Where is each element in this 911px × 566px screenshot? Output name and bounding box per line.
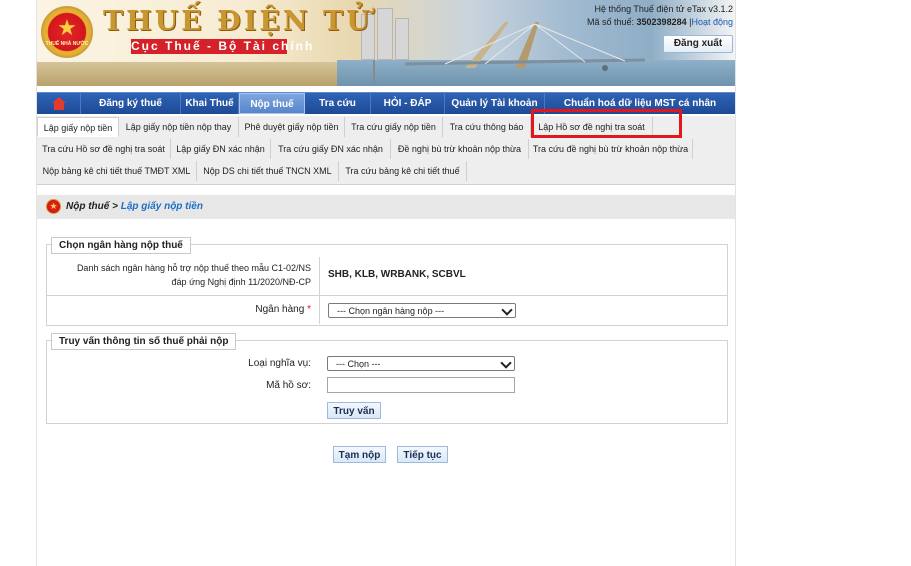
supported-banks-label-line1: Danh sách ngân hàng hỗ trợ nộp thuế theo… — [76, 263, 311, 273]
supported-banks-label-line2: đáp ứng Nghị định 11/2020/NĐ-CP — [171, 277, 311, 287]
bank-select-row: Ngân hàng * --- Chọn ngân hàng nộp --- — [47, 296, 727, 324]
page-container: ★ THUẾ NHÀ NƯỚC THUẾ ĐIỆN TỬ Cục Thuế - … — [36, 0, 736, 566]
subtab-tra-cuu-ho-so-tra-soat[interactable]: Tra cứu Hồ sơ đề nghị tra soát — [37, 139, 171, 159]
tax-id-label: Mã số thuế: — [586, 17, 635, 27]
highlight-box — [531, 109, 682, 138]
subtab-tra-cuu-de-nghi-bu-tru[interactable]: Tra cứu đề nghị bù trừ khoản nộp thừa — [529, 139, 693, 159]
subtab-nop-ds-tncn[interactable]: Nộp DS chi tiết thuế TNCN XML — [197, 161, 339, 181]
bank-label-text: Ngân hàng — [255, 304, 305, 315]
subtab-tra-cuu-giay[interactable]: Tra cứu giấy nộp tiền — [345, 117, 443, 137]
subtab-tra-cuu-thong-bao[interactable]: Tra cứu thông báo — [443, 117, 531, 137]
emblem-caption: THUẾ NHÀ NƯỚC — [45, 41, 89, 47]
breadcrumb-text: Nộp thuế > Lập giấy nộp tiền — [66, 201, 203, 212]
required-mark: * — [307, 304, 311, 315]
emblem-small-icon: ★ — [46, 199, 61, 214]
bank-section: Chọn ngân hàng nộp thuế Danh sách ngân h… — [46, 237, 728, 326]
logout-button[interactable]: Đăng xuất — [663, 35, 733, 53]
breadcrumb-current: Lập giấy nộp tiền — [120, 201, 203, 212]
emblem-star-icon: ★ — [57, 15, 77, 40]
nav-hoi-dap[interactable]: HỎI - ĐÁP — [371, 93, 445, 114]
column-divider — [319, 296, 320, 324]
continue-button[interactable]: Tiếp tục — [397, 446, 448, 463]
tax-id-line: Mã số thuế: 3502398284 |Hoạt động — [587, 17, 733, 27]
national-emblem-icon: ★ THUẾ NHÀ NƯỚC — [41, 6, 93, 58]
subtab-phe-duyet-giay[interactable]: Phê duyệt giấy nộp tiền — [239, 117, 345, 137]
column-divider — [319, 257, 320, 295]
subtab-de-nghi-bu-tru[interactable]: Đề nghị bù trừ khoản nộp thừa — [391, 139, 529, 159]
nav-dang-ky-thue[interactable]: Đăng ký thuế — [81, 93, 181, 114]
subtab-nop-bang-ke-tmdt[interactable]: Nộp bảng kê chi tiết thuế TMĐT XML — [37, 161, 197, 181]
bank-select[interactable]: --- Chọn ngân hàng nộp --- — [328, 303, 516, 318]
chevron-down-icon — [501, 304, 513, 316]
record-input[interactable] — [327, 377, 515, 393]
bank-select-value: --- Chọn ngân hàng nộp --- — [337, 306, 445, 316]
supported-banks-row: Danh sách ngân hàng hỗ trợ nộp thuế theo… — [47, 257, 727, 296]
obligation-select[interactable]: --- Chọn --- — [327, 356, 515, 371]
save-draft-button[interactable]: Tạm nộp — [333, 446, 386, 463]
tax-id-value: 3502398284 — [636, 17, 687, 27]
nav-nop-thue[interactable]: Nộp thuế — [239, 93, 305, 114]
supported-banks-value: SHB, KLB, WRBANK, SCBVL — [328, 269, 466, 280]
header-banner: ★ THUẾ NHÀ NƯỚC THUẾ ĐIỆN TỬ Cục Thuế - … — [37, 0, 735, 86]
record-label: Mã hồ sơ: — [266, 380, 311, 391]
nav-khai-thue[interactable]: Khai Thuế — [181, 93, 239, 114]
query-button[interactable]: Truy vấn — [327, 402, 381, 419]
bank-label: Ngân hàng * — [47, 304, 311, 315]
breadcrumb-parent[interactable]: Nộp thuế — [66, 201, 109, 212]
brand-title: THUẾ ĐIỆN TỬ — [103, 6, 373, 37]
bank-section-legend: Chọn ngân hàng nộp thuế — [51, 237, 191, 254]
subtab-lap-giay-dn-xac-nhan[interactable]: Lập giấy ĐN xác nhận — [171, 139, 271, 159]
system-version: Hệ thống Thuế điện tử eTax v3.1.2 — [594, 4, 733, 14]
banner-bridge-graphic — [405, 22, 645, 71]
query-section: Truy vấn thông tin số thuế phải nộp Loại… — [46, 333, 728, 424]
subtab-lap-giay-nop-thay[interactable]: Lập giấy nộp tiền nộp thay — [119, 117, 239, 137]
query-section-legend: Truy vấn thông tin số thuế phải nộp — [51, 333, 237, 350]
banner-hills — [37, 62, 367, 86]
breadcrumb-separator: > — [109, 201, 121, 212]
obligation-select-value: --- Chọn --- — [336, 359, 381, 369]
home-button[interactable] — [37, 93, 81, 114]
chevron-down-icon — [500, 357, 512, 369]
banner-tower — [377, 8, 393, 60]
breadcrumb: ★ Nộp thuế > Lập giấy nộp tiền — [37, 195, 735, 219]
subtab-tra-cuu-giay-dn-xac-nhan[interactable]: Tra cứu giấy ĐN xác nhận — [271, 139, 391, 159]
brand-subtitle: Cục Thuế - Bộ Tài chính — [131, 39, 315, 54]
subtab-tra-cuu-bang-ke[interactable]: Tra cứu bảng kê chi tiết thuế — [339, 161, 467, 181]
obligation-label: Loại nghĩa vụ: — [248, 358, 311, 369]
subtab-lap-giay-nop-tien[interactable]: Lập giấy nộp tiền — [37, 117, 119, 137]
activity-link[interactable]: Hoạt động — [691, 17, 733, 27]
supported-banks-label: Danh sách ngân hàng hỗ trợ nộp thuế theo… — [47, 261, 311, 289]
nav-quan-ly-tai-khoan[interactable]: Quản lý Tài khoản — [445, 93, 545, 114]
nav-tra-cuu[interactable]: Tra cứu — [305, 93, 371, 114]
